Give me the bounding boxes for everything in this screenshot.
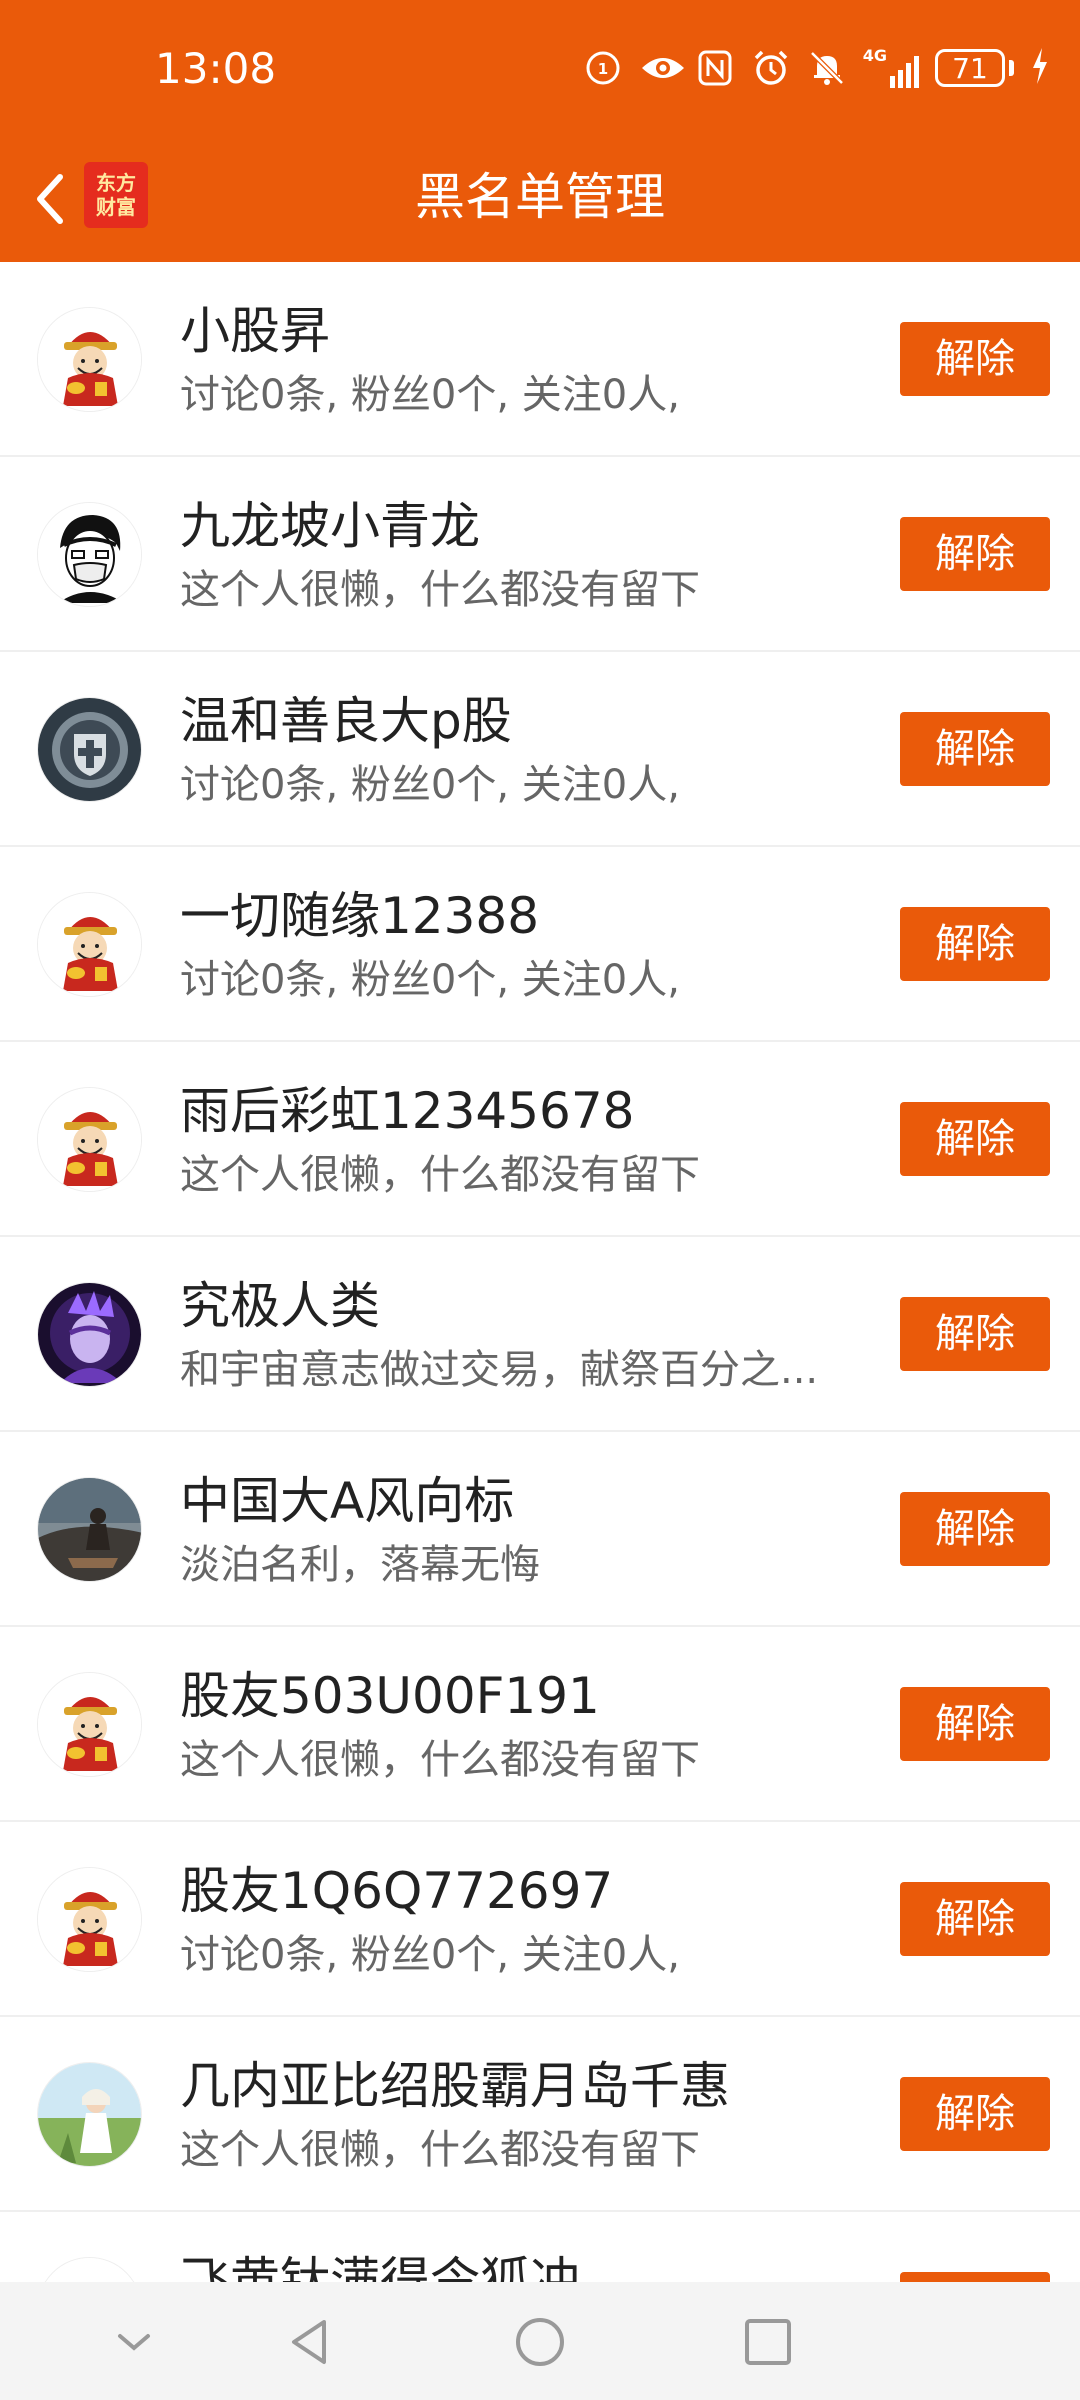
status-bar: 13:08 1 4G 71: [0, 0, 1080, 140]
list-item[interactable]: 究极人类和宇宙意志做过交易，献祭百分之... 解除: [0, 1237, 1080, 1432]
avatar[interactable]: [37, 307, 142, 412]
triangle-back-icon: [292, 2320, 326, 2364]
user-description: 这个人很懒，什么都没有留下: [180, 1737, 700, 1783]
signal-icon: 4G: [863, 48, 919, 88]
circle-home-icon: [516, 2318, 564, 2366]
user-name: 温和善良大p股: [180, 692, 512, 750]
list-item[interactable]: 飞黄钛满得令狐冲解除: [0, 2212, 1080, 2282]
user-name: 九龙坡小青龙: [180, 497, 480, 555]
user-description: 讨论0条, 粉丝0个, 关注0人,: [180, 957, 680, 1003]
user-description: 这个人很懒，什么都没有留下: [180, 2127, 700, 2173]
avatar[interactable]: [37, 2257, 142, 2282]
mute-icon: [807, 48, 847, 88]
status-time: 13:08: [155, 44, 277, 93]
avatar[interactable]: [37, 1867, 142, 1972]
user-name: 一切随缘12388: [180, 887, 540, 945]
remove-block-button[interactable]: 解除: [900, 2272, 1050, 2282]
list-item[interactable]: 小股昇讨论0条, 粉丝0个, 关注0人, 解除: [0, 262, 1080, 457]
nav-collapse-button[interactable]: [104, 2312, 164, 2372]
remove-block-button[interactable]: 解除: [900, 712, 1050, 786]
user-name: 小股昇: [180, 302, 330, 360]
blocked-user-list: 小股昇讨论0条, 粉丝0个, 关注0人, 解除 九龙坡小青龙这个人很懒，什么都没有…: [0, 262, 1080, 2282]
nfc-icon: [695, 48, 735, 88]
remove-block-button[interactable]: 解除: [900, 2077, 1050, 2151]
avatar[interactable]: [37, 502, 142, 607]
user-name: 几内亚比绍股霸月岛千惠: [180, 2057, 730, 2115]
user-description: 这个人很懒，什么都没有留下: [180, 1152, 700, 1198]
user-name: 股友1Q6Q772697: [180, 1862, 614, 1920]
user-name: 雨后彩虹12345678: [180, 1082, 635, 1140]
app-header: 东方 财富 黑名单管理: [0, 140, 1080, 262]
list-item[interactable]: 几内亚比绍股霸月岛千惠这个人很懒，什么都没有留下 解除: [0, 2017, 1080, 2212]
remove-block-button[interactable]: 解除: [900, 322, 1050, 396]
system-nav-bar: [0, 2282, 1080, 2400]
eye-icon: [639, 48, 684, 88]
list-item[interactable]: 股友1Q6Q772697 讨论0条, 粉丝0个, 关注0人, 解除: [0, 1822, 1080, 2017]
list-item[interactable]: 一切随缘12388 讨论0条, 粉丝0个, 关注0人, 解除: [0, 847, 1080, 1042]
square-recents-icon: [745, 2319, 791, 2365]
hd-call-icon: 1: [583, 48, 623, 88]
user-description: 讨论0条, 粉丝0个, 关注0人,: [180, 762, 680, 808]
user-description: 这个人很懒，什么都没有留下: [180, 567, 700, 613]
avatar[interactable]: [37, 1477, 142, 1582]
remove-block-button[interactable]: 解除: [900, 1492, 1050, 1566]
page-title: 黑名单管理: [415, 168, 665, 226]
list-item[interactable]: 股友503U00F191 这个人很懒，什么都没有留下 解除: [0, 1627, 1080, 1822]
user-description: 淡泊名利，落幕无悔: [180, 1542, 540, 1588]
battery-icon: 71: [935, 49, 1014, 87]
nav-home-button[interactable]: [510, 2312, 570, 2372]
remove-block-button[interactable]: 解除: [900, 1102, 1050, 1176]
remove-block-button[interactable]: 解除: [900, 1687, 1050, 1761]
user-description: 讨论0条, 粉丝0个, 关注0人,: [180, 372, 680, 418]
charging-icon: [1030, 46, 1050, 90]
nav-back-button[interactable]: [280, 2312, 340, 2372]
user-name: 飞黄钛满得令狐冲: [180, 2252, 580, 2282]
list-item[interactable]: 中国大A风向标淡泊名利，落幕无悔 解除: [0, 1432, 1080, 1627]
remove-block-button[interactable]: 解除: [900, 907, 1050, 981]
nav-recents-button[interactable]: [738, 2312, 798, 2372]
remove-block-button[interactable]: 解除: [900, 517, 1050, 591]
user-description: 和宇宙意志做过交易，献祭百分之...: [180, 1347, 819, 1393]
avatar[interactable]: [37, 2062, 142, 2167]
avatar[interactable]: [37, 1672, 142, 1777]
alarm-icon: [751, 48, 791, 88]
battery-level: 71: [935, 49, 1005, 87]
list-item[interactable]: 九龙坡小青龙这个人很懒，什么都没有留下 解除: [0, 457, 1080, 652]
list-item[interactable]: 温和善良大p股讨论0条, 粉丝0个, 关注0人, 解除: [0, 652, 1080, 847]
user-description: 讨论0条, 粉丝0个, 关注0人,: [180, 1932, 680, 1978]
avatar[interactable]: [37, 697, 142, 802]
chevron-down-icon: [118, 2334, 150, 2351]
user-name: 中国大A风向标: [180, 1472, 515, 1530]
avatar[interactable]: [37, 1282, 142, 1387]
list-item[interactable]: 雨后彩虹12345678 这个人很懒，什么都没有留下 解除: [0, 1042, 1080, 1237]
status-icons: 1 4G 71: [583, 44, 1050, 92]
avatar[interactable]: [37, 892, 142, 997]
remove-block-button[interactable]: 解除: [900, 1882, 1050, 1956]
avatar[interactable]: [37, 1087, 142, 1192]
remove-block-button[interactable]: 解除: [900, 1297, 1050, 1371]
user-name: 股友503U00F191: [180, 1667, 600, 1725]
user-name: 究极人类: [180, 1277, 380, 1335]
svg-text:1: 1: [598, 60, 608, 78]
